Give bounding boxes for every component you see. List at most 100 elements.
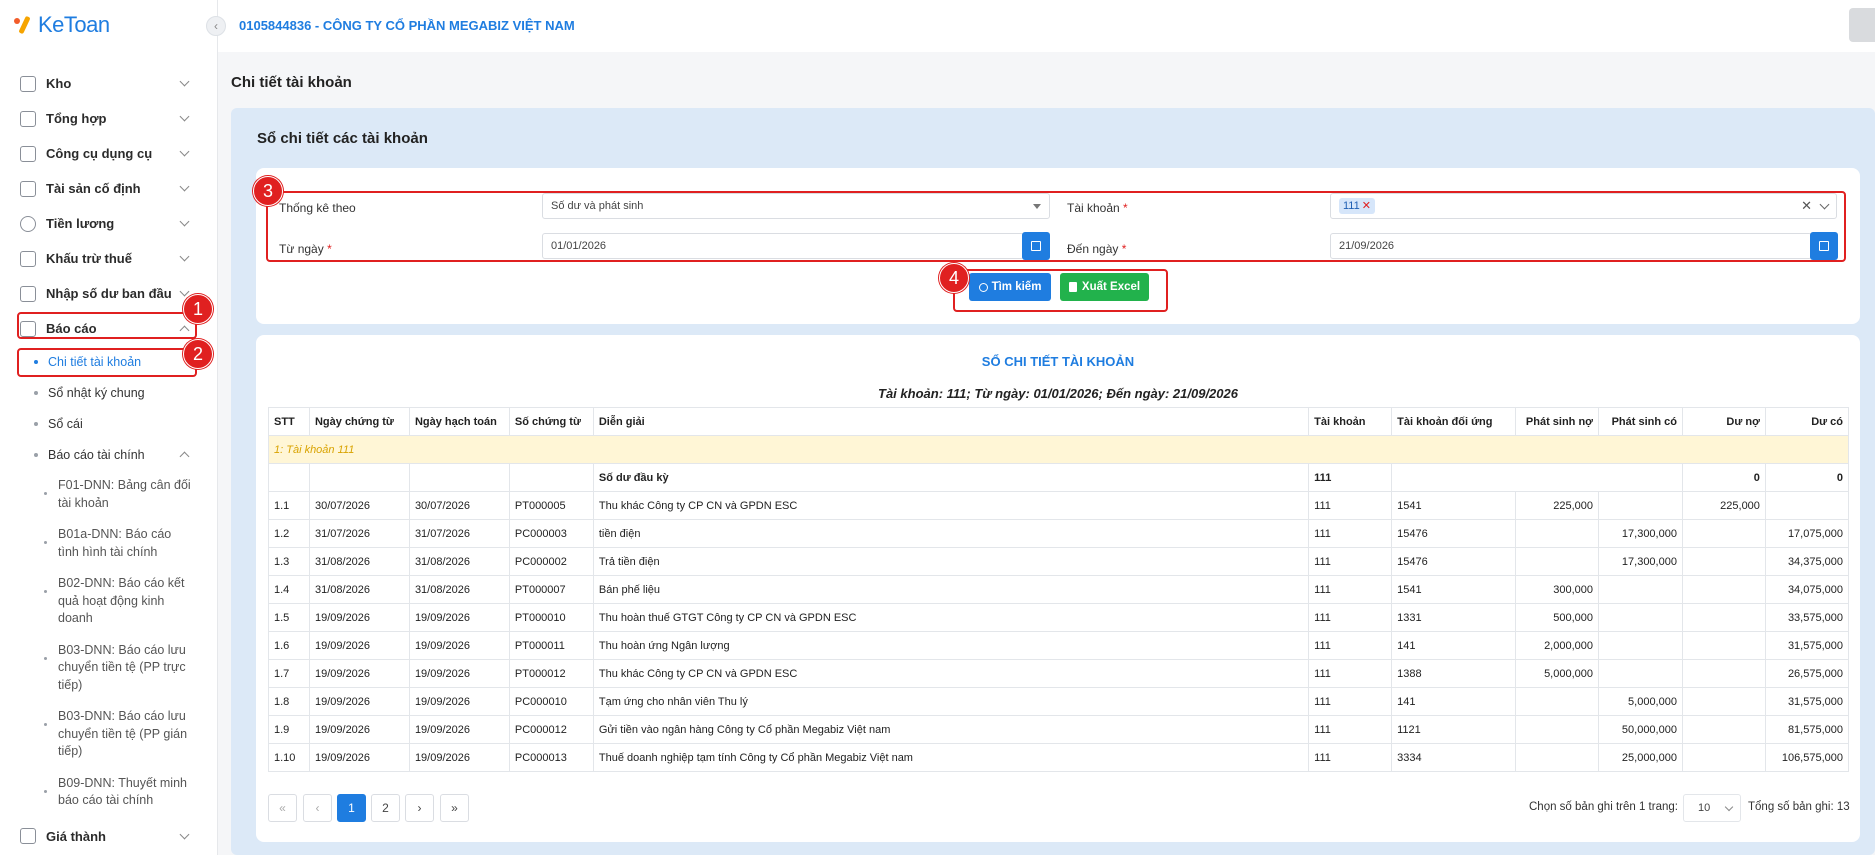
table-cell: PT000012 [508,659,594,688]
sidebar-report-b03-truc-tiep[interactable]: B03-DNN: Báo cáo lưu chuyển tiền tệ (PP … [0,635,218,702]
table-row[interactable]: 1.1 30/07/2026 30/07/2026 PT000005 Thu khác … [268,491,1850,520]
table-row[interactable]: 1.5 19/09/2026 19/09/2026 PT000010 Thu hoàn … [268,603,1850,632]
sidebar-report-b09[interactable]: B09-DNN: Thuyết minh báo cáo tài chính [0,768,218,817]
annotation-badge-4: 4 [939,263,969,293]
table-cell: Thu khác Công ty CP CN và GPDN ESC [592,659,1310,688]
table-row[interactable]: 1.6 19/09/2026 19/09/2026 PT000011 Thu hoàn … [268,631,1850,660]
column-header[interactable]: Tài khoản đối ứng [1391,407,1517,436]
column-header[interactable]: Diễn giải [592,407,1310,436]
table-cell: PC000003 [508,519,594,548]
avatar[interactable] [1849,8,1875,42]
column-header[interactable]: Ngày chứng từ [308,407,410,436]
per-page-select[interactable]: 10 [1683,794,1741,822]
column-header[interactable]: Phát sinh có [1598,407,1683,436]
table-cell: 300,000 [1515,575,1599,604]
table-cell: 111 [1308,491,1393,520]
table-cell: 1.5 [268,603,310,632]
sidebar-item-khau-tru-thue[interactable]: Khấu trừ thuế [0,241,218,276]
table-cell: 31,575,000 [1764,631,1850,660]
table-cell: 111 [1308,715,1393,744]
table-cell: 81,575,000 [1764,715,1850,744]
table-cell: 111 [1308,687,1393,716]
table-row[interactable]: 1.4 31/08/2026 31/08/2026 PT000007 Bán phế l… [268,575,1850,604]
table-cell: 30/07/2026 [308,491,410,520]
sidebar-item-tong-hop[interactable]: Tổng hợp [0,101,218,136]
next-page-button[interactable]: › [405,794,434,822]
table-cell [1515,743,1599,772]
table-cell [1681,603,1766,632]
sidebar-report-b02[interactable]: B02-DNN: Báo cáo kết quả hoạt động kinh … [0,568,218,635]
last-page-button[interactable]: » [440,794,469,822]
table-cell: 33,575,000 [1764,603,1850,632]
sidebar-item-tien-luong[interactable]: Tiền lương [0,206,218,241]
table-row[interactable]: 1.10 19/09/2026 19/09/2026 PC000013 Thuế doa… [268,743,1850,772]
table-cell: PT000007 [508,575,594,604]
table-cell: 50,000,000 [1598,715,1683,744]
column-header[interactable]: STT [268,407,310,436]
table-cell: Trả tiền điện [592,547,1310,576]
logo-text: KeToan [38,12,110,37]
table-cell: 25,000,000 [1598,743,1683,772]
sidebar-subitem-so-nhat-ky-chung[interactable]: Sổ nhật ký chung [0,377,218,408]
table-cell: 111 [1308,575,1393,604]
table-cell: 30/07/2026 [408,491,510,520]
sidebar-subitem-so-cai[interactable]: Sổ cái [0,408,218,439]
sidebar-item-label: Tổng hợp [46,111,107,126]
column-header[interactable]: Ngày hạch toán [408,407,510,436]
column-header[interactable]: Tài khoản [1308,407,1393,436]
table-cell [1681,743,1766,772]
table-cell: 225,000 [1515,491,1599,520]
sidebar-menu: Kho Tổng hợp Công cụ dụng cụ Tài sản cố … [0,66,218,854]
edit-icon [20,285,36,302]
table-row[interactable]: 1.2 31/07/2026 31/07/2026 PC000003 tiền điện… [268,519,1850,548]
sidebar-item-gia-thanh[interactable]: Giá thành [0,819,218,854]
toolbox-icon [20,145,36,162]
table-cell: 19/09/2026 [408,659,510,688]
collapse-sidebar-button[interactable]: ‹ [206,16,226,36]
page-button[interactable]: 1 [337,794,366,822]
table-cell: 19/09/2026 [308,715,410,744]
column-header[interactable]: Phát sinh nợ [1515,407,1599,436]
annotation-box-1 [17,312,197,339]
table-cell: 31/08/2026 [308,547,410,576]
table-cell: 1.1 [268,491,310,520]
chevron-down-icon [179,829,190,839]
sidebar-report-b03-gian-tiep[interactable]: B03-DNN: Báo cáo lưu chuyển tiền tệ (PP … [0,701,218,768]
table-row[interactable]: 1.7 19/09/2026 19/09/2026 PT000012 Thu khác … [268,659,1850,688]
sidebar-report-f01[interactable]: F01-DNN: Bảng cân đối tài khoản [0,470,218,519]
prev-page-button[interactable]: ‹ [303,794,332,822]
table-row[interactable]: 1.8 19/09/2026 19/09/2026 PC000010 Tạm ứng c… [268,687,1850,716]
table-cell: 1.9 [268,715,310,744]
table-row[interactable]: 1.3 31/08/2026 31/08/2026 PC000002 Trả tiền … [268,547,1850,576]
table-cell [308,463,410,492]
column-header[interactable]: Dư nợ [1681,407,1766,436]
column-header[interactable]: Số chứng từ [508,407,594,436]
table-cell: 111 [1308,603,1393,632]
table-cell [1515,687,1599,716]
column-header[interactable]: Dư có [1764,407,1850,436]
chevron-left-icon: ‹ [214,19,218,33]
first-page-button[interactable]: « [268,794,297,822]
table-cell: 19/09/2026 [408,687,510,716]
table-cell: 19/09/2026 [308,659,410,688]
page-button[interactable]: 2 [371,794,400,822]
sidebar-item-tai-san[interactable]: Tài sản cố định [0,171,218,206]
table-cell: Thuế doanh nghiệp tạm tính Công ty Cổ ph… [592,743,1310,772]
table-row[interactable]: 1.9 19/09/2026 19/09/2026 PC000012 Gửi tiền … [268,715,1850,744]
table-cell: 1.4 [268,575,310,604]
table-cell: 19/09/2026 [408,631,510,660]
table-cell [1681,659,1766,688]
sidebar-item-kho[interactable]: Kho [0,66,218,101]
chevron-up-icon [179,451,190,462]
sidebar-subitem-bao-cao-tai-chinh[interactable]: Báo cáo tài chính [0,439,218,470]
sidebar-item-cong-cu[interactable]: Công cụ dụng cụ [0,136,218,171]
calculator-icon [20,828,36,844]
table-cell [1515,715,1599,744]
group-row: 1: Tài khoản 111 [268,435,1849,464]
sidebar-report-b01a[interactable]: B01a-DNN: Báo cáo tình hình tài chính [0,519,218,568]
table-cell: 500,000 [1515,603,1599,632]
app-logo[interactable]: KeToan [14,10,110,40]
table-cell: 19/09/2026 [408,715,510,744]
sidebar-item-label: Nhập số dư ban đầu [46,286,172,301]
table-header-row: STT Ngày chứng từ Ngày hạch toán Số chứn… [268,407,1850,436]
